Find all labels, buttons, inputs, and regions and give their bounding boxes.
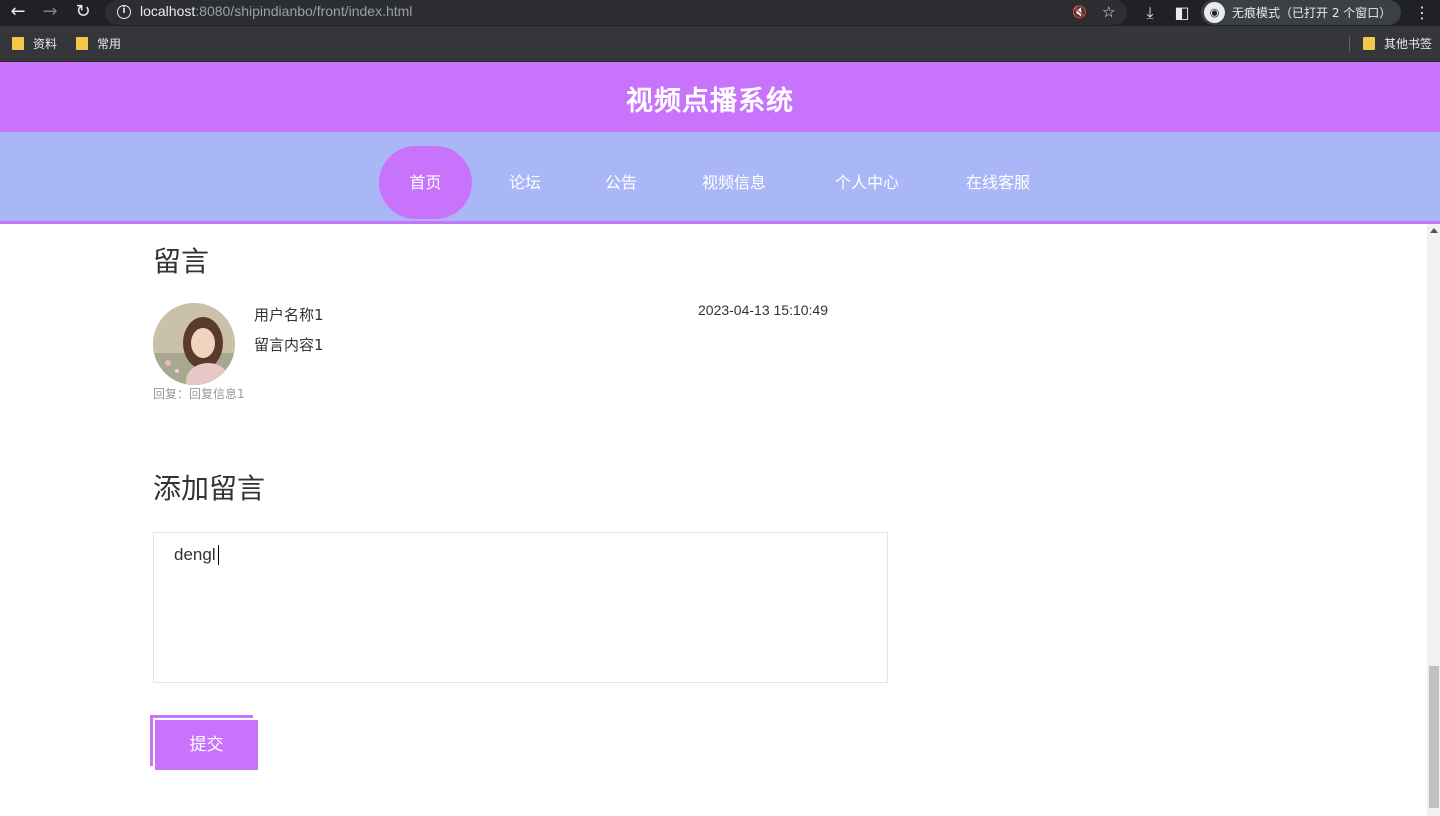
submit-button[interactable]: 提交 [155,720,258,770]
bookmark-folder-changyong[interactable]: 常用 [76,35,121,53]
reload-icon[interactable]: ↻ [70,0,96,26]
folder-icon [1363,37,1375,50]
url-text[interactable]: localhost:8080/shipindianbo/front/index.… [140,3,412,19]
bookmarks-divider [1349,36,1350,52]
back-arrow-icon[interactable]: ← [5,0,31,26]
nav-item-notice[interactable]: 公告 [586,146,656,219]
site-title: 视频点播系统 [626,86,794,117]
message-time: 2023-04-13 15:10:49 [698,302,828,318]
nav-item-home[interactable]: 首页 [379,146,472,219]
other-bookmarks-folder[interactable]: 其他书签 [1363,35,1432,53]
forward-arrow-icon[interactable]: → [37,0,63,26]
site-info-icon[interactable]: i [117,5,131,19]
scroll-up-arrow-icon[interactable] [1430,228,1438,233]
nav-item-forum[interactable]: 论坛 [490,146,560,219]
incognito-indicator[interactable]: ◉ 无痕模式（已打开 2 个窗口） [1201,0,1401,25]
bookmark-star-icon[interactable]: ☆ [1102,1,1115,23]
add-message-heading: 添加留言 [153,472,266,505]
address-bar[interactable]: i localhost:8080/shipindianbo/front/inde… [105,0,1127,25]
submit-button-wrapper: 提交 [150,715,258,770]
muted-audio-icon[interactable]: 🔇 [1072,1,1087,23]
scrollbar-thumb[interactable] [1429,666,1439,808]
browser-toolbar: ← → ↻ i localhost:8080/shipindianbo/fron… [0,0,1440,26]
nav-item-profile[interactable]: 个人中心 [817,146,917,219]
nav-item-video-info[interactable]: 视频信息 [684,146,784,219]
message-reply: 回复：回复信息1 [153,387,245,401]
incognito-icon: ◉ [1204,2,1225,23]
avatar [153,303,235,385]
messages-heading: 留言 [153,245,210,278]
folder-icon [12,37,24,50]
folder-icon [76,37,88,50]
message-content: 留言内容1 [254,336,324,354]
message-username: 用户名称1 [254,306,324,324]
bookmarks-bar: 资料 常用 其他书签 [0,26,1440,62]
main-nav: 首页 论坛 公告 视频信息 个人中心 在线客服 [0,132,1440,224]
message-input[interactable]: dengl [153,532,888,683]
incognito-label: 无痕模式（已打开 2 个窗口） [1232,6,1392,20]
side-panel-icon[interactable]: ◧ [1171,0,1193,25]
site-header: 视频点播系统 [0,62,1440,132]
bookmark-folder-ziliao[interactable]: 资料 [12,35,57,53]
download-icon[interactable]: ⤓ [1139,0,1161,25]
more-menu-icon[interactable]: ⋮ [1411,0,1433,25]
text-cursor [218,545,219,565]
nav-item-support[interactable]: 在线客服 [948,146,1048,219]
